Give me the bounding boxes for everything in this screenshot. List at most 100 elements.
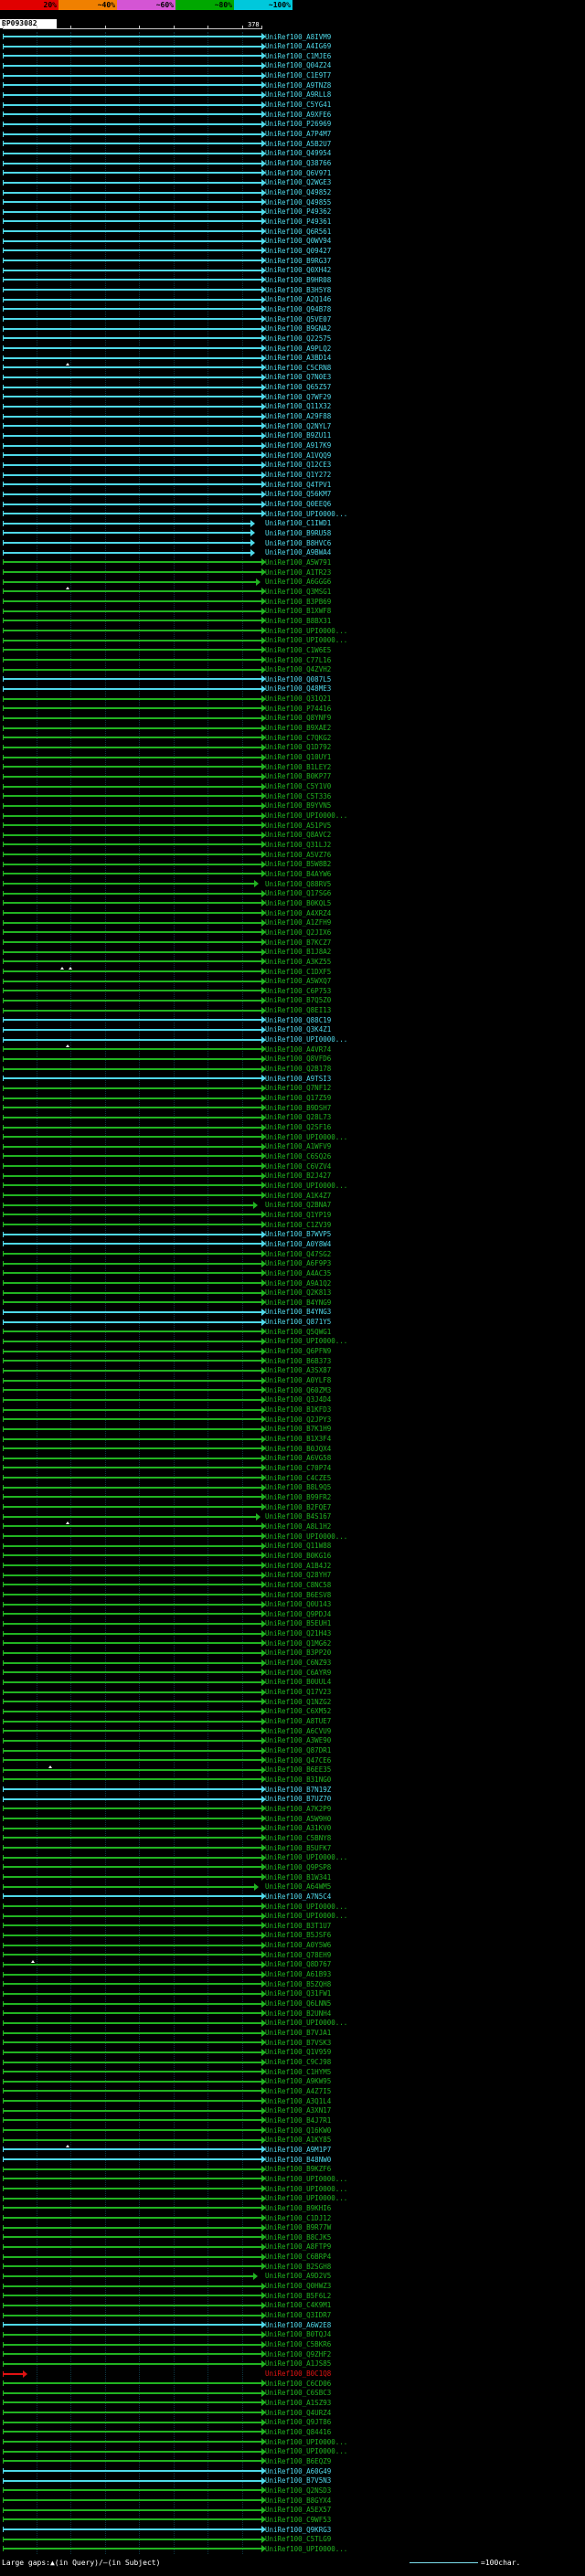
alignment-bar[interactable] [3, 2071, 261, 2073]
subject-label[interactable]: UniRef100_A31KV0 [265, 1825, 331, 1832]
subject-label[interactable]: UniRef100_A7N5C4 [265, 1892, 331, 1901]
alignment-bar[interactable] [3, 571, 261, 574]
subject-label[interactable]: UniRef100_B0KP77 [265, 773, 331, 780]
subject-label[interactable]: UniRef100_Q0XH42 [265, 267, 331, 274]
subject-label[interactable]: UniRef100_B8BX31 [265, 617, 331, 625]
alignment-bar[interactable] [3, 1594, 261, 1595]
alignment-bar[interactable] [3, 2148, 261, 2151]
alignment-bar[interactable] [3, 1544, 261, 1547]
alignment-bar[interactable] [3, 1048, 261, 1051]
alignment-bar[interactable] [3, 463, 261, 466]
subject-label[interactable]: UniRef100_B5UFK7 [265, 1844, 331, 1852]
alignment-bar[interactable] [3, 1340, 261, 1342]
alignment-bar[interactable] [3, 2284, 261, 2287]
alignment-bar[interactable] [3, 610, 261, 612]
alignment-bar[interactable] [3, 590, 261, 593]
alignment-bar[interactable] [3, 1680, 261, 1683]
subject-label[interactable]: UniRef100_B7N19Z [265, 1786, 331, 1794]
subject-label[interactable]: UniRef100_B1LEY2 [265, 763, 331, 771]
subject-label[interactable]: UniRef100_Q16KW0 [265, 2126, 331, 2135]
subject-label[interactable]: UniRef100_C5CRN8 [265, 364, 331, 372]
subject-label[interactable]: UniRef100_A1VQQ9 [265, 451, 331, 460]
alignment-bar[interactable] [3, 1807, 261, 1810]
alignment-bar[interactable] [3, 1330, 261, 1333]
subject-label[interactable]: UniRef100_C6CD06 [265, 2380, 331, 2388]
alignment-bar[interactable] [3, 2080, 261, 2083]
subject-label[interactable]: UniRef100_A9KW95 [265, 2078, 331, 2085]
alignment-bar[interactable] [3, 551, 250, 554]
subject-label[interactable]: UniRef100_A3WE90 [265, 1737, 331, 1744]
subject-label[interactable]: UniRef100_B0C1Q8 [265, 2370, 331, 2378]
subject-label[interactable]: UniRef100_A5B2U7 [265, 140, 331, 148]
alignment-bar[interactable] [3, 1369, 261, 1372]
subject-label[interactable]: UniRef100_A4XRZ4 [265, 909, 331, 917]
subject-label[interactable]: UniRef100_B8GYX4 [265, 2496, 331, 2505]
subject-label[interactable]: UniRef100_C4K9M1 [265, 2302, 331, 2309]
subject-label[interactable]: UniRef100_Q11W88 [265, 1542, 331, 1550]
subject-label[interactable]: UniRef100_A8IVM9 [265, 33, 331, 41]
alignment-bar[interactable] [3, 1768, 261, 1771]
subject-label[interactable]: UniRef100_Q47SG2 [265, 1250, 331, 1258]
alignment-bar[interactable] [3, 2382, 261, 2385]
alignment-bar[interactable] [3, 45, 261, 48]
subject-label[interactable]: UniRef100_Q4URZ4 [265, 2409, 331, 2417]
subject-label[interactable]: UniRef100_B3PP20 [265, 1649, 331, 1657]
alignment-bar[interactable] [3, 220, 261, 223]
subject-label[interactable]: UniRef100_B1W341 [265, 1873, 331, 1882]
subject-label[interactable]: UniRef100_A6CVU9 [265, 1727, 331, 1735]
alignment-bar[interactable] [3, 883, 255, 885]
alignment-bar[interactable] [3, 2431, 261, 2433]
subject-label[interactable]: UniRef100_B4AYW6 [265, 870, 331, 878]
subject-label[interactable]: UniRef100_Q28L73 [265, 1114, 331, 1121]
alignment-bar[interactable] [3, 473, 261, 476]
subject-label[interactable]: UniRef100_Q2NYL7 [265, 422, 331, 430]
alignment-bar[interactable] [3, 1525, 261, 1528]
alignment-bar[interactable] [3, 2226, 261, 2229]
alignment-bar[interactable] [3, 1272, 261, 1275]
alignment-bar[interactable] [3, 1224, 261, 1226]
subject-label[interactable]: UniRef100_A1K4Z7 [265, 1192, 331, 1200]
subject-label[interactable]: UniRef100_Q0HWZ3 [265, 2283, 331, 2290]
subject-label[interactable]: UniRef100_A5WXQ7 [265, 978, 331, 985]
subject-label[interactable]: UniRef100_A61B93 [265, 1971, 331, 1978]
subject-label[interactable]: UniRef100_B6ESV8 [265, 1591, 331, 1599]
alignment-bar[interactable] [3, 2499, 261, 2502]
alignment-bar[interactable] [3, 2518, 261, 2521]
subject-label[interactable]: UniRef100_UPI0000... [265, 1182, 347, 1190]
subject-label[interactable]: UniRef100_B9RG37 [265, 257, 331, 265]
alignment-bar[interactable] [3, 2343, 261, 2346]
alignment-bar[interactable] [3, 513, 261, 515]
subject-label[interactable]: UniRef100_A4Z7I5 [265, 2087, 331, 2095]
alignment-bar[interactable] [3, 396, 261, 398]
alignment-bar[interactable] [3, 1506, 261, 1509]
subject-label[interactable]: UniRef100_UPI0000... [265, 510, 347, 518]
subject-label[interactable]: UniRef100_Q87DR1 [265, 1747, 331, 1754]
subject-label[interactable]: UniRef100_UPI0000... [265, 2195, 347, 2202]
subject-label[interactable]: UniRef100_B7Q5Z0 [265, 997, 331, 1004]
subject-label[interactable]: UniRef100_A1SZ93 [265, 2399, 331, 2407]
subject-label[interactable]: UniRef100_A0Y8W4 [265, 1240, 331, 1248]
subject-label[interactable]: UniRef100_Q871Y5 [265, 1319, 331, 1326]
subject-label[interactable]: UniRef100_C8NC58 [265, 1581, 331, 1589]
alignment-bar[interactable] [3, 64, 261, 67]
subject-label[interactable]: UniRef100_B1XWF8 [265, 608, 331, 615]
alignment-bar[interactable] [3, 143, 261, 145]
subject-label[interactable]: UniRef100_B6B373 [265, 1357, 331, 1365]
alignment-bar[interactable] [3, 1136, 261, 1139]
alignment-bar[interactable] [3, 356, 261, 359]
subject-label[interactable]: UniRef100_Q28YH7 [265, 1572, 331, 1579]
alignment-bar[interactable] [3, 1262, 261, 1265]
subject-label[interactable]: UniRef100_A9D2V5 [265, 2273, 331, 2280]
subject-label[interactable]: UniRef100_A8FTP9 [265, 2243, 331, 2251]
subject-label[interactable]: UniRef100_Q7N0E3 [265, 374, 331, 381]
alignment-bar[interactable] [3, 2168, 261, 2170]
subject-label[interactable]: UniRef100_A1TR23 [265, 568, 331, 577]
subject-label[interactable]: UniRef100_C5BNY8 [265, 1834, 331, 1842]
alignment-bar[interactable] [3, 2188, 261, 2190]
alignment-bar[interactable] [3, 2061, 261, 2063]
alignment-bar[interactable] [3, 1720, 261, 1723]
alignment-bar[interactable] [3, 1184, 261, 1187]
subject-label[interactable]: UniRef100_Q5QWG1 [265, 1328, 331, 1336]
alignment-bar[interactable] [3, 999, 261, 1002]
subject-label[interactable]: UniRef100_A9A1Q2 [265, 1279, 331, 1288]
